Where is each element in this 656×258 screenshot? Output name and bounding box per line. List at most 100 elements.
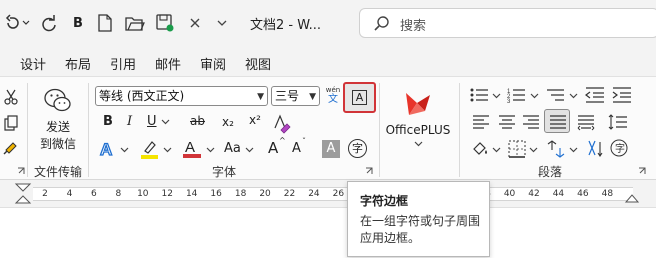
separator [88,83,89,177]
distributed-icon[interactable] [577,114,595,131]
phonetic-bottom: 文 [328,94,338,105]
right-indent-marker-icon[interactable] [624,193,640,203]
svg-text:字: 字 [615,142,625,155]
borders-icon[interactable] [508,140,526,158]
tab-mailings[interactable]: 邮件 [155,54,181,73]
line-spacing-icon[interactable] [608,114,628,130]
numbering-icon[interactable]: 1 2 3 [507,87,527,105]
chevron-down-icon[interactable] [569,93,578,99]
align-left-icon[interactable] [472,114,490,130]
group-label-file-transfer: 文件传输 [34,165,83,179]
character-border-button[interactable]: A [343,82,376,113]
bold-quick-button[interactable]: B [68,12,88,34]
new-document-icon [98,14,112,32]
show-formatting-marks-icon[interactable]: 字 [610,138,628,158]
bold-button[interactable]: B [103,114,113,129]
officeplus-button[interactable]: OfficePLUS [384,83,452,153]
ruler-number: 16 [210,189,222,199]
dialog-launcher-icon[interactable] [638,167,646,175]
ruler-number: 14 [185,189,198,199]
undo-button[interactable] [2,12,32,34]
underline-button[interactable]: U [147,114,157,129]
search-box[interactable]: 搜索 [359,8,656,38]
superscript-button[interactable]: x² [249,113,261,127]
chevron-down-icon[interactable] [492,147,501,153]
chevron-down-icon[interactable] [120,147,129,153]
indent-marker-icon[interactable] [14,183,32,205]
separator [379,83,380,177]
tab-view[interactable]: 视图 [245,54,271,73]
justify-button[interactable] [544,109,570,133]
phonetic-top: wén [325,86,341,94]
chevron-down-icon[interactable] [245,147,254,153]
chevron-down-icon[interactable] [161,119,170,125]
wechat-icon [44,88,71,112]
clear-formatting-icon[interactable] [272,114,291,134]
format-painter-button[interactable] [2,137,20,157]
tab-layout[interactable]: 布局 [65,54,91,73]
cut-button[interactable] [2,87,20,107]
chevron-down-icon[interactable] [163,147,172,153]
sort-icon[interactable] [546,140,566,158]
highlight-color-icon[interactable] [140,139,160,159]
ruler-number: 22 [283,189,296,199]
change-case-button[interactable]: Aa [224,141,241,156]
strikethrough-button[interactable]: ab [190,114,205,128]
tab-references[interactable]: 引用 [110,54,136,73]
ruler-number: 24 [308,189,320,199]
save-button[interactable] [154,12,176,34]
text-direction-icon[interactable] [586,140,604,158]
phonetic-guide-button[interactable]: wén 文 [323,83,343,109]
chevron-down-icon[interactable] [206,147,215,153]
search-icon [374,16,389,31]
enclose-characters-button[interactable]: 字 [348,139,367,158]
increase-indent-icon[interactable] [612,87,632,103]
chevron-down-icon[interactable] [530,93,539,99]
chevron-down-icon[interactable] [492,93,501,99]
font-name-combobox[interactable]: 等线 (西文正文) ▼ [95,86,268,106]
document-canvas[interactable] [0,207,656,258]
tooltip-description: 在一组字符或句子周围应用边框。 [360,214,481,245]
align-right-icon[interactable] [522,114,540,130]
chevron-down-icon[interactable] [529,147,538,153]
font-size-combobox[interactable]: 三号 ▼ [271,86,320,106]
ruler-number: 12 [161,189,173,199]
copy-icon [4,115,18,131]
decrease-indent-icon[interactable] [585,87,605,103]
ruler-number: 46 [577,189,589,199]
copy-button[interactable] [2,113,20,133]
bullets-icon[interactable] [470,87,490,103]
open-folder-button[interactable] [124,12,146,34]
italic-button[interactable]: I [127,114,132,129]
text-effects-icon[interactable]: A [98,139,118,159]
ruler-number: 44 [552,189,565,199]
grow-font-button[interactable]: A [268,139,278,157]
ruler-number: 48 [601,189,614,199]
new-document-button[interactable] [95,12,115,34]
character-shading-button[interactable]: A [322,140,340,158]
multilevel-list-icon[interactable] [546,87,566,103]
ribbon: 发送 到微信 文件传输 等线 (西文正文) ▼ 三号 ▼ wén 文 A B I… [0,76,656,180]
font-size-value: 三号 [275,89,300,103]
chevron-down-icon[interactable] [569,147,578,153]
subscript-button[interactable]: x₂ [222,115,234,129]
undo-icon [5,14,30,29]
font-color-icon[interactable]: A [182,138,202,159]
close-icon[interactable] [186,12,204,34]
customize-toolbar-button[interactable] [214,12,230,34]
ruler-number: 4 [66,189,73,199]
dialog-launcher-icon[interactable] [365,167,373,175]
character-border-icon: A [352,90,367,105]
redo-button[interactable] [38,12,60,34]
tab-design[interactable]: 设计 [20,54,46,73]
dialog-launcher-icon[interactable] [17,167,25,175]
ruler-number: 18 [234,189,247,199]
send-to-wechat-button[interactable]: 发送 到微信 [34,81,82,157]
format-painter-icon [3,142,17,155]
ruler-number: 26 [332,189,345,199]
shrink-font-button[interactable]: A [292,141,301,156]
shading-icon[interactable] [470,140,490,158]
align-center-icon[interactable] [498,114,516,130]
tab-review[interactable]: 审阅 [200,54,226,73]
ruler-number: 8 [115,189,122,199]
